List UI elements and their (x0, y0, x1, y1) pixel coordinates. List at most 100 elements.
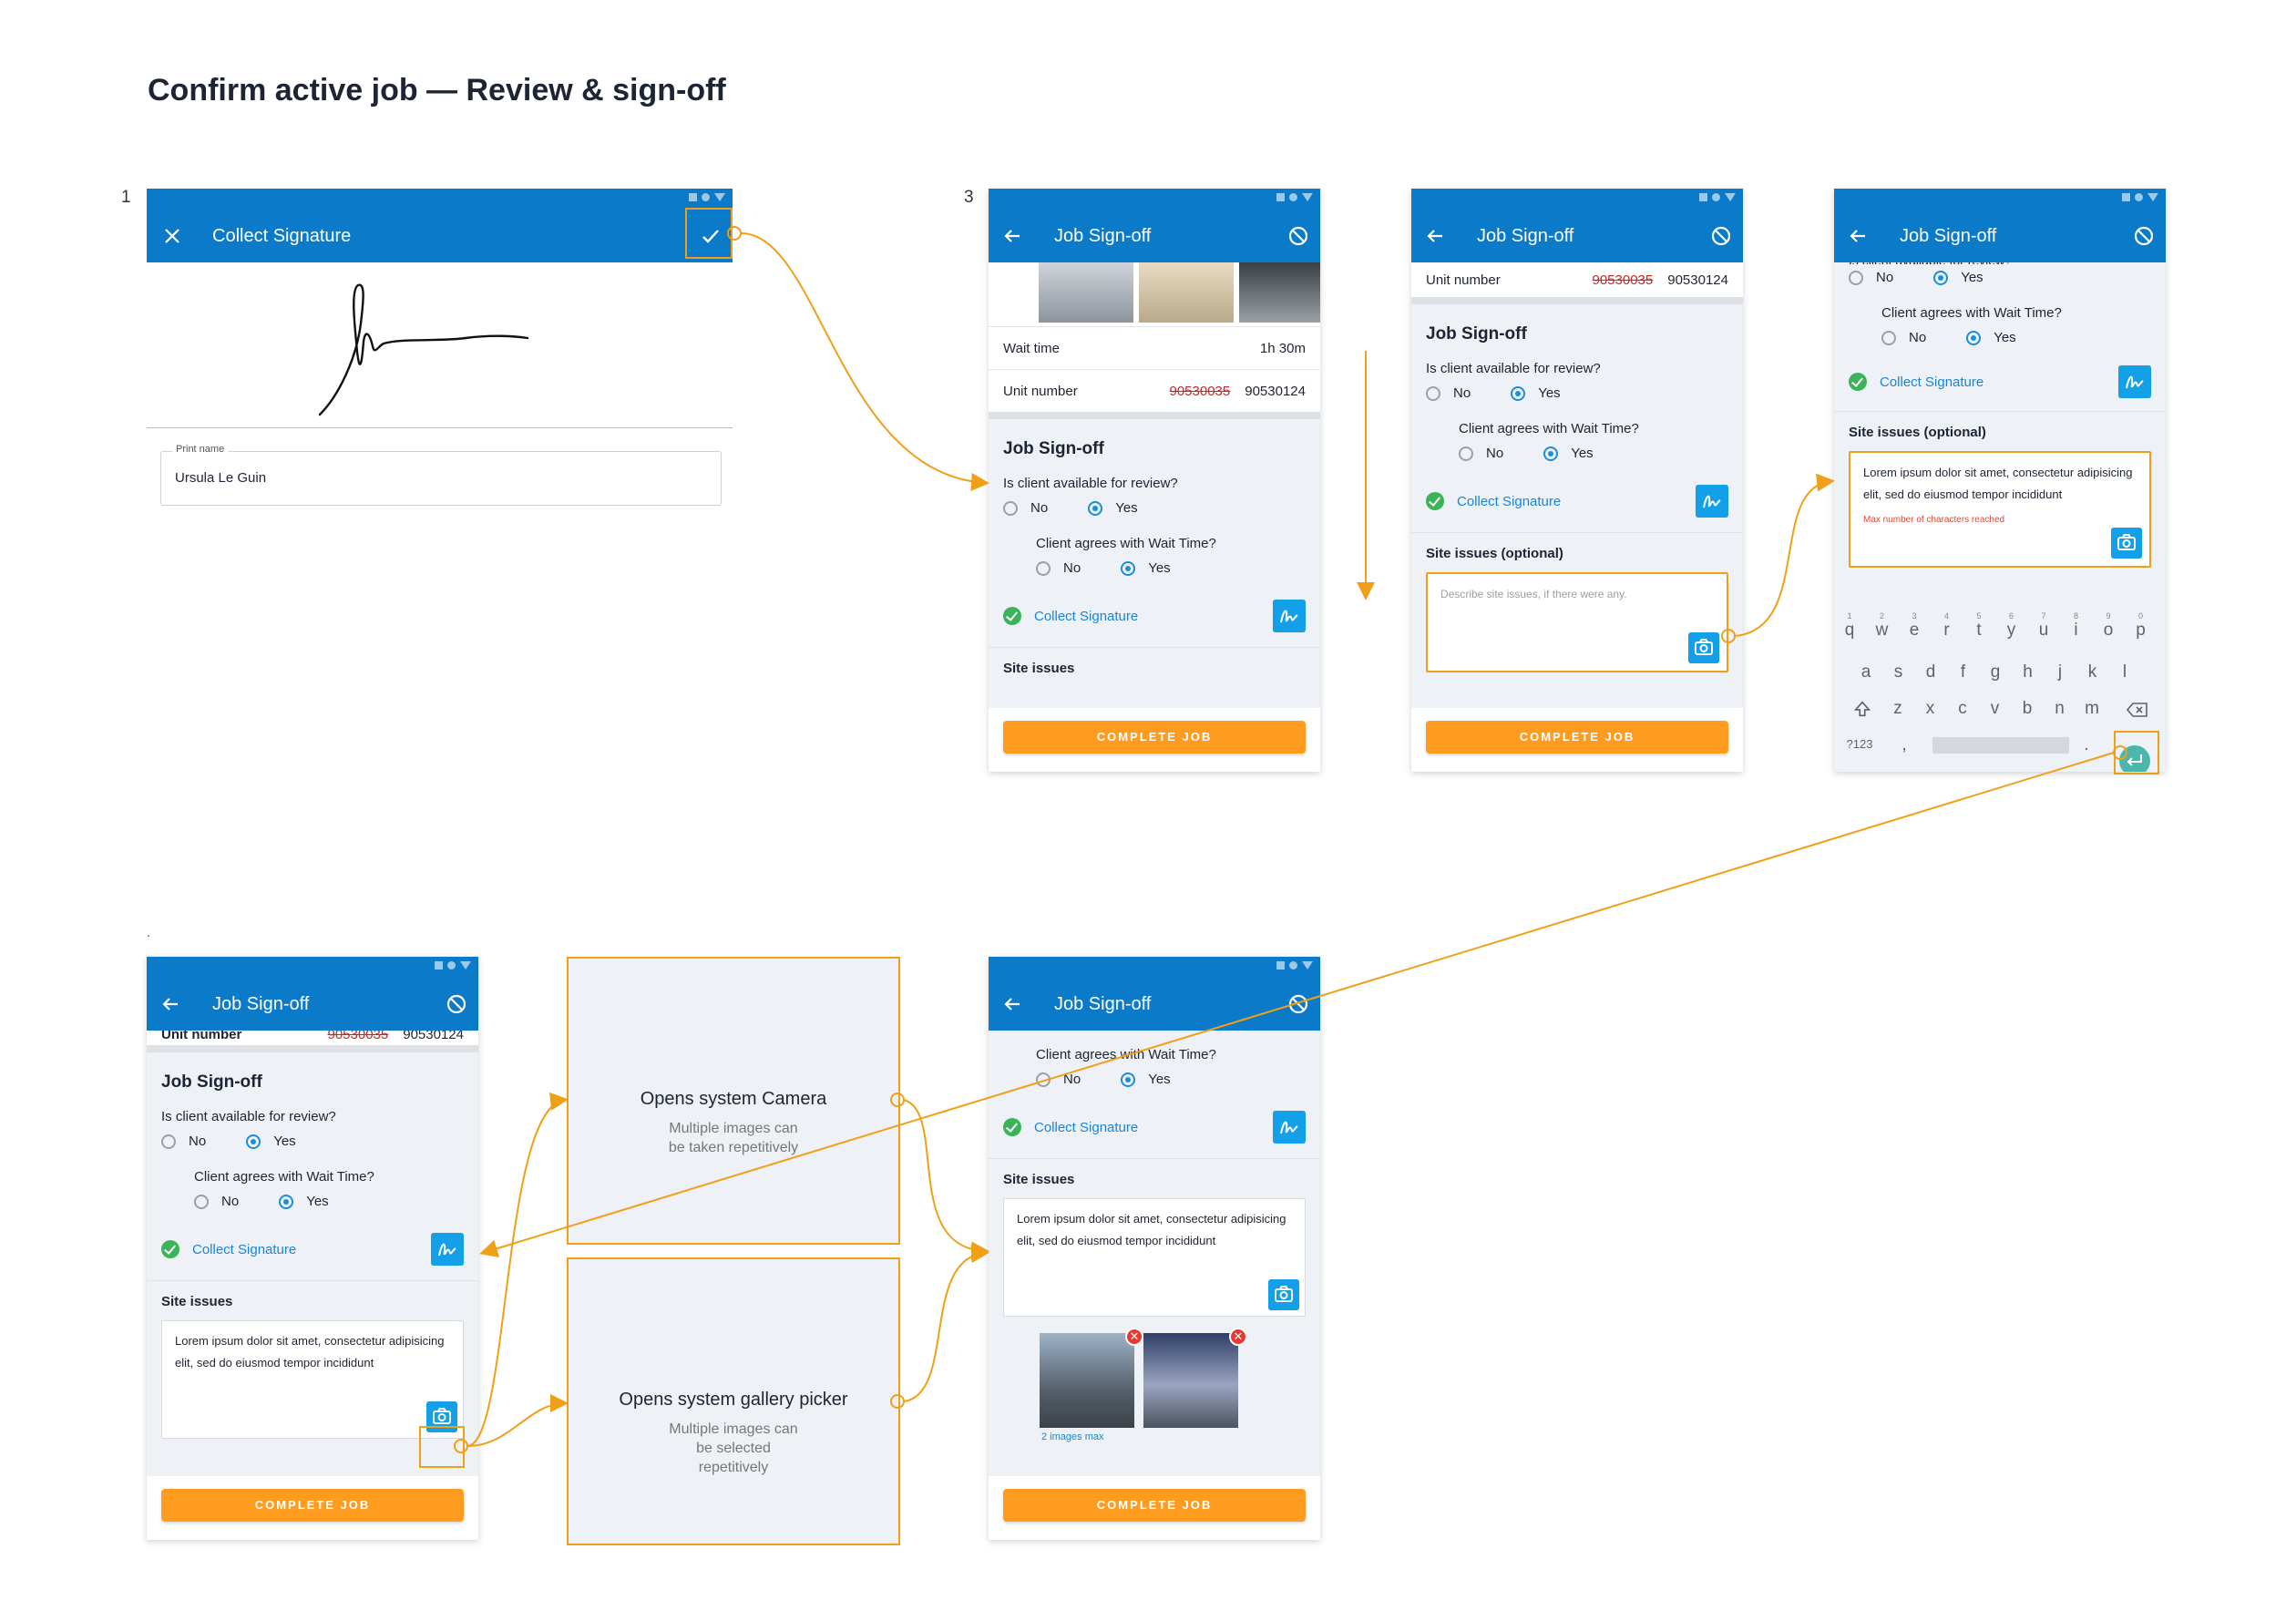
collect-signature-row[interactable]: Collect Signature (1411, 483, 1743, 519)
site-photo[interactable] (1039, 262, 1133, 323)
site-photo[interactable] (1239, 262, 1320, 323)
key-symbols[interactable]: ?123 (1841, 737, 1878, 751)
site-issues-title: Site issues (1003, 1172, 1075, 1187)
print-name-field[interactable]: Print name Ursula Le Guin (160, 444, 722, 506)
shift-icon[interactable] (1852, 699, 1872, 719)
back-arrow-icon[interactable] (1424, 225, 1446, 247)
attached-image[interactable] (1143, 1333, 1238, 1428)
key-h[interactable]: h (2014, 662, 2042, 682)
back-arrow-icon[interactable] (159, 993, 181, 1015)
signature-drawing[interactable] (311, 278, 566, 424)
radio-yes[interactable] (1121, 560, 1136, 576)
radio-no[interactable] (194, 1194, 209, 1209)
key-period[interactable]: . (2073, 735, 2100, 755)
collect-signature-row[interactable]: Collect Signature (989, 1109, 1320, 1145)
key-k[interactable]: k (2079, 662, 2106, 682)
radio-no[interactable] (1426, 385, 1440, 401)
collect-signature-row[interactable]: Collect Signature (147, 1231, 478, 1267)
key-y[interactable]: y (1998, 621, 2025, 641)
signature-icon[interactable] (2118, 365, 2151, 398)
key-comma[interactable]: , (1891, 735, 1918, 755)
key-a[interactable]: a (1852, 662, 1880, 682)
key-u[interactable]: u (2030, 621, 2057, 641)
key-r[interactable]: r (1933, 621, 1961, 641)
collect-signature-link[interactable]: Collect Signature (1034, 609, 1138, 624)
complete-job-button[interactable]: COMPLETE JOB (161, 1489, 464, 1522)
collect-signature-row[interactable]: Collect Signature (989, 598, 1320, 634)
site-photo[interactable] (1139, 262, 1234, 323)
cancel-icon[interactable] (444, 991, 469, 1017)
key-t[interactable]: t (1965, 621, 1993, 641)
radio-no[interactable] (1036, 1072, 1051, 1087)
collect-signature-link[interactable]: Collect Signature (1880, 374, 1983, 390)
collect-signature-link[interactable]: Collect Signature (192, 1242, 296, 1257)
attached-image[interactable] (1040, 1333, 1134, 1428)
remove-image-icon[interactable]: ✕ (1125, 1328, 1143, 1346)
close-icon[interactable] (163, 227, 181, 245)
complete-job-button[interactable]: COMPLETE JOB (1426, 721, 1728, 754)
back-arrow-icon[interactable] (1847, 225, 1869, 247)
cancel-icon[interactable] (1708, 223, 1734, 249)
signature-icon[interactable] (1273, 1111, 1306, 1144)
radio-yes[interactable] (1088, 500, 1103, 516)
radio-yes[interactable] (1933, 270, 1949, 285)
key-space[interactable] (1932, 737, 2069, 754)
key-n[interactable]: n (2046, 699, 2074, 719)
key-z[interactable]: z (1884, 699, 1912, 719)
key-e[interactable]: e (1901, 621, 1928, 641)
complete-job-button[interactable]: COMPLETE JOB (1003, 721, 1306, 754)
radio-yes[interactable] (246, 1134, 261, 1149)
key-o[interactable]: o (2095, 621, 2122, 641)
signature-icon[interactable] (1273, 600, 1306, 632)
radio-yes[interactable] (1543, 446, 1559, 461)
radio-no[interactable] (1036, 560, 1051, 576)
site-issues-input[interactable]: Lorem ipsum dolor sit amet, consectetur … (1849, 451, 2151, 568)
radio-yes[interactable] (279, 1194, 294, 1209)
key-b[interactable]: b (2014, 699, 2041, 719)
status-bar (435, 961, 471, 970)
collect-signature-link[interactable]: Collect Signature (1034, 1120, 1138, 1135)
key-q[interactable]: q (1836, 621, 1863, 641)
key-g[interactable]: g (1982, 662, 2009, 682)
key-w[interactable]: w (1869, 621, 1896, 641)
radio-no[interactable] (1881, 330, 1896, 345)
key-p[interactable]: p (2127, 621, 2155, 641)
backspace-icon[interactable] (2126, 701, 2149, 719)
site-issues-input[interactable]: Lorem ipsum dolor sit amet, consectetur … (1003, 1198, 1306, 1317)
key-s[interactable]: s (1885, 662, 1912, 682)
section-title: Job Sign-off (1003, 439, 1104, 458)
site-issues-input[interactable]: Lorem ipsum dolor sit amet, consectetur … (161, 1320, 464, 1439)
cancel-icon[interactable] (1286, 991, 1311, 1017)
signature-icon[interactable] (1696, 485, 1728, 518)
radio-yes[interactable] (1511, 385, 1526, 401)
radio-no[interactable] (1459, 446, 1473, 461)
radio-yes[interactable] (1121, 1072, 1136, 1087)
radio-no[interactable] (1849, 270, 1863, 285)
key-m[interactable]: m (2078, 699, 2106, 719)
key-v[interactable]: v (1982, 699, 2009, 719)
remove-image-icon[interactable]: ✕ (1229, 1328, 1247, 1346)
key-d[interactable]: d (1917, 662, 1944, 682)
step-number: 1 (121, 188, 131, 207)
site-issues-input[interactable]: Describe site issues, if there were any. (1426, 572, 1728, 672)
key-c[interactable]: c (1949, 699, 1976, 719)
collect-signature-link[interactable]: Collect Signature (1457, 494, 1561, 509)
complete-job-button[interactable]: COMPLETE JOB (1003, 1489, 1306, 1522)
key-i[interactable]: i (2063, 621, 2090, 641)
key-j[interactable]: j (2046, 662, 2074, 682)
key-x[interactable]: x (1917, 699, 1944, 719)
back-arrow-icon[interactable] (1001, 993, 1023, 1015)
camera-icon[interactable] (1268, 1279, 1299, 1310)
signature-icon[interactable] (431, 1233, 464, 1266)
radio-yes[interactable] (1966, 330, 1982, 345)
collect-signature-row[interactable]: Collect Signature (1834, 364, 2166, 400)
key-l[interactable]: l (2111, 662, 2138, 682)
camera-icon[interactable] (2111, 528, 2142, 559)
key-f[interactable]: f (1950, 662, 1977, 682)
radio-no[interactable] (161, 1134, 176, 1149)
radio-no[interactable] (1003, 500, 1018, 516)
camera-icon[interactable] (1688, 632, 1719, 663)
cancel-icon[interactable] (2131, 223, 2157, 249)
cancel-icon[interactable] (1286, 223, 1311, 249)
back-arrow-icon[interactable] (1001, 225, 1023, 247)
